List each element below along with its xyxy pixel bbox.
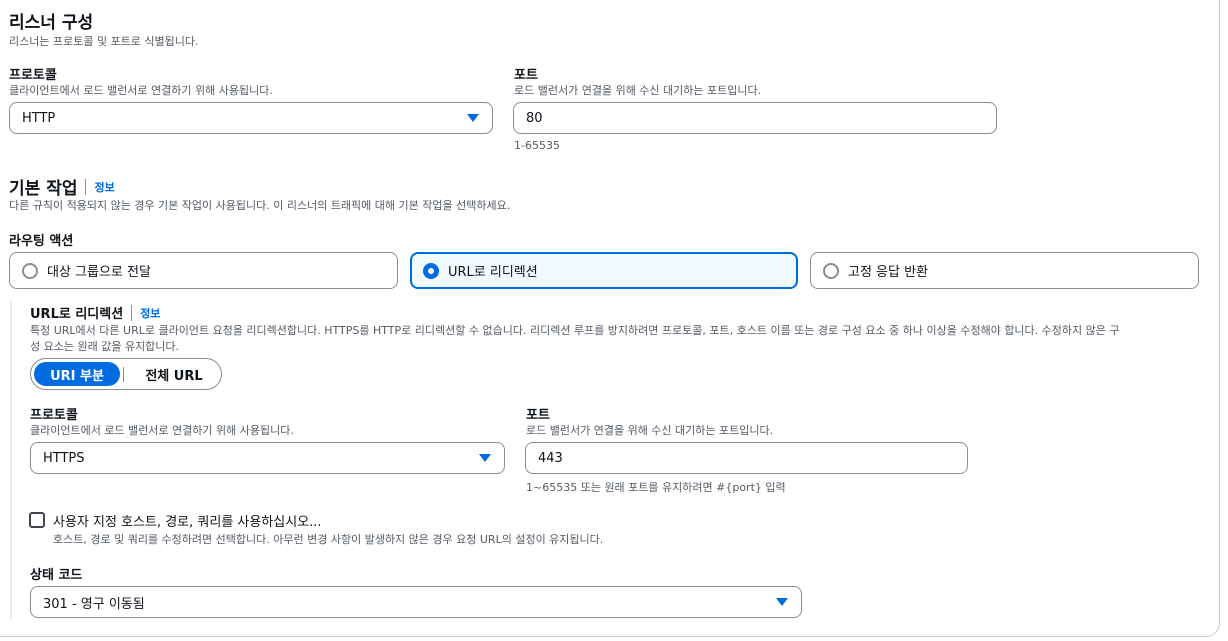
port-input-value: 80	[526, 110, 543, 126]
protocol-select-value: HTTP	[22, 110, 56, 126]
port-hint: 1-65535	[514, 139, 560, 152]
default-action-header: 기본 작업 정보	[9, 174, 115, 199]
listener-description: 리스너는 프로토콜 및 포트로 식별됩니다.	[9, 35, 199, 48]
redirect-header: URL로 리디렉션 정보	[30, 303, 160, 322]
caret-down-icon	[776, 598, 788, 606]
listener-title: 리스너 구성	[9, 13, 94, 33]
redirect-mode-segmented-control: URI 부분 전체 URL	[30, 358, 222, 390]
redirect-protocol-label: 프로토콜	[30, 408, 78, 423]
status-code-value: 301 - 영구 이동됨	[43, 596, 145, 612]
routing-option-forward[interactable]: 대상 그룹으로 전달	[9, 252, 398, 289]
redirect-description-line1: 특정 URL에서 다른 URL로 클라이언트 요청을 리디렉션합니다. HTTP…	[30, 324, 1120, 337]
protocol-select[interactable]: HTTP	[9, 102, 493, 134]
redirect-protocol-select[interactable]: HTTPS	[30, 442, 505, 474]
routing-option-label: 대상 그룹으로 전달	[47, 265, 151, 280]
routing-option-redirect[interactable]: URL로 리디렉션	[410, 252, 798, 289]
status-code-select[interactable]: 301 - 영구 이동됨	[30, 586, 802, 618]
protocol-label: 프로토콜	[9, 68, 57, 83]
caret-down-icon	[479, 454, 491, 462]
radio-icon	[22, 262, 38, 279]
routing-option-label: URL로 리디렉션	[448, 265, 538, 280]
port-description: 로드 밸런서가 연결을 위해 수신 대기하는 포트입니다.	[514, 84, 762, 97]
redirect-port-hint: 1~65535 또는 원래 포트를 유지하려면 #{port} 입력	[526, 481, 786, 494]
port-label: 포트	[514, 68, 538, 83]
segment-full-url[interactable]: 전체 URL	[129, 362, 219, 386]
redirect-section-indent	[10, 300, 12, 620]
segment-divider	[123, 367, 124, 382]
redirect-description-line2: 성 요소는 원래 값을 유지합니다.	[30, 340, 180, 353]
radio-selected-icon	[423, 262, 439, 279]
routing-option-label: 고정 응답 반환	[848, 265, 929, 280]
custom-host-path-query-checkbox[interactable]	[29, 512, 45, 528]
redirect-info-link[interactable]: 정보	[131, 304, 160, 321]
radio-icon	[823, 262, 839, 279]
status-code-label: 상태 코드	[30, 568, 83, 583]
default-action-info-link[interactable]: 정보	[85, 178, 115, 195]
protocol-description: 클라이언트에서 로드 밸런서로 연결하기 위해 사용됩니다.	[9, 84, 273, 97]
custom-host-path-query-label[interactable]: 사용자 지정 호스트, 경로, 쿼리를 사용하십시오...	[53, 511, 322, 530]
redirect-port-description: 로드 밸런서가 연결을 위해 수신 대기하는 포트입니다.	[526, 424, 774, 437]
redirect-protocol-value: HTTPS	[43, 450, 85, 466]
custom-host-path-query-description: 호스트, 경로 및 쿼리를 수정하려면 선택합니다. 아무런 변경 사항이 발생…	[53, 533, 604, 546]
segment-uri-parts[interactable]: URI 부분	[34, 362, 120, 386]
routing-option-fixed-response[interactable]: 고정 응답 반환	[810, 252, 1199, 289]
default-action-title: 기본 작업	[9, 179, 78, 199]
redirect-protocol-description: 클라이언트에서 로드 밸런서로 연결하기 위해 사용됩니다.	[30, 424, 294, 437]
routing-action-label: 라우팅 액션	[9, 234, 74, 249]
port-input[interactable]: 80	[513, 102, 997, 134]
redirect-port-label: 포트	[526, 408, 550, 423]
caret-down-icon	[467, 114, 479, 122]
redirect-port-input[interactable]: 443	[525, 442, 968, 474]
redirect-title: URL로 리디렉션	[30, 307, 124, 322]
default-action-description: 다른 규칙이 적용되지 않는 경우 기본 작업이 사용됩니다. 이 리스너의 트…	[9, 199, 511, 212]
redirect-port-value: 443	[538, 450, 563, 466]
